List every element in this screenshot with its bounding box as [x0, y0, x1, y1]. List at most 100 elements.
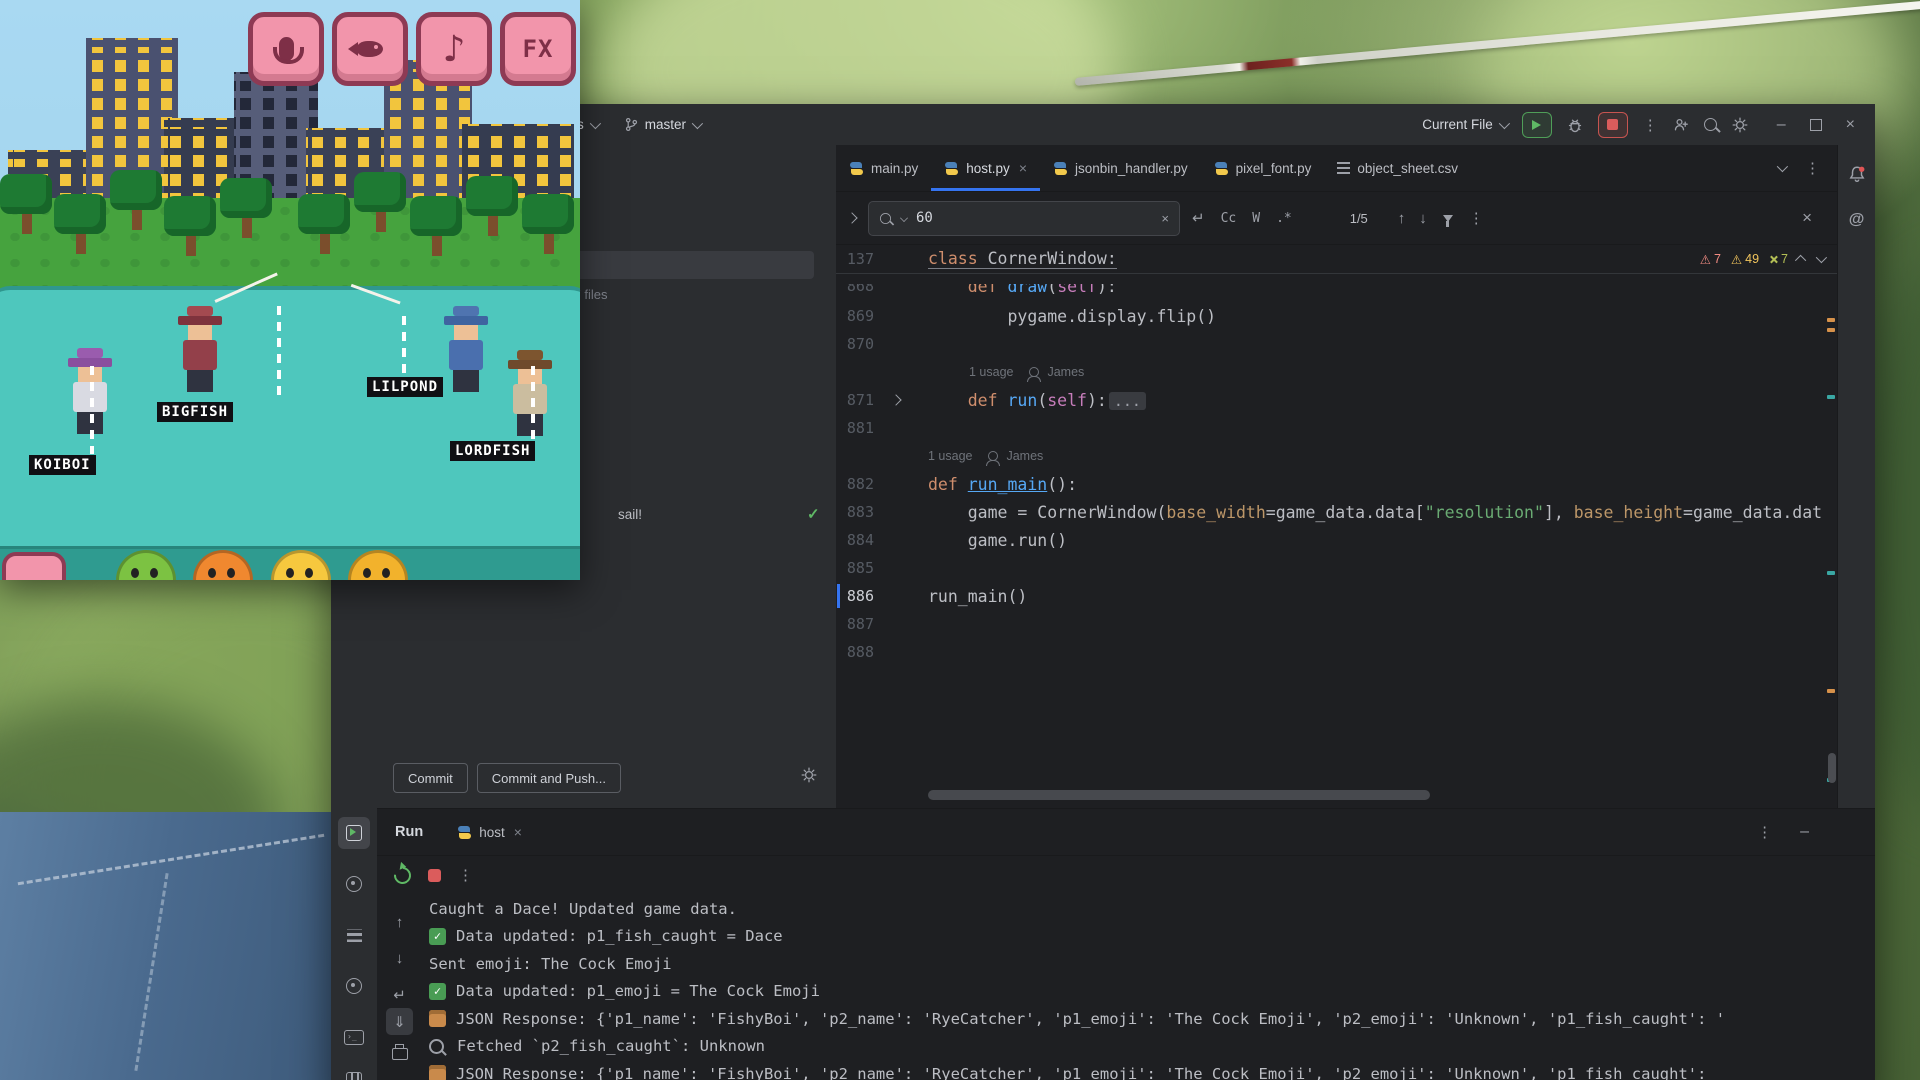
newline-icon[interactable]: ↵: [1192, 209, 1205, 227]
print-icon[interactable]: [386, 1038, 413, 1065]
search-history-chevron-icon[interactable]: [900, 214, 908, 222]
csv-file-icon: [1337, 162, 1350, 174]
line-number[interactable]: 883: [836, 503, 874, 521]
close-run-tab-icon[interactable]: ×: [514, 824, 522, 840]
tab-pixel-font-py[interactable]: pixel_font.py: [1201, 145, 1325, 191]
console-output[interactable]: Caught a Dace! Updated game data.✓Data u…: [429, 895, 1875, 1080]
line-number[interactable]: 870: [836, 335, 874, 353]
minimize-button[interactable]: –: [1777, 116, 1786, 134]
scroll-down-icon[interactable]: ↓: [386, 945, 413, 972]
ai-assistant-icon[interactable]: @: [1838, 211, 1875, 229]
packages-tool-window-button[interactable]: [338, 1064, 370, 1080]
soft-wrap-icon[interactable]: ↵: [386, 981, 413, 1008]
check-icon: ✓: [429, 983, 446, 1000]
rerun-button[interactable]: [391, 863, 415, 887]
next-problem-icon[interactable]: [1816, 252, 1827, 263]
regex-toggle[interactable]: .*: [1276, 211, 1292, 226]
line-number[interactable]: 869: [836, 307, 874, 325]
services-tool-window-button[interactable]: [338, 919, 370, 951]
line-number[interactable]: 885: [836, 559, 874, 577]
line-number[interactable]: 886: [836, 587, 874, 605]
expand-find-icon[interactable]: [846, 212, 857, 223]
stop-process-button[interactable]: [428, 869, 441, 882]
notifications-bell-icon[interactable]: [1838, 165, 1875, 183]
run-tab-host[interactable]: host×: [457, 824, 522, 840]
inspections-widget[interactable]: ⚠7 ⚠49 7: [1700, 252, 1824, 267]
run-toolbar-more-icon[interactable]: ⋮: [458, 866, 473, 884]
close-tab-icon[interactable]: ×: [1019, 160, 1027, 176]
services-icon: [347, 929, 362, 942]
search-icon: [880, 212, 891, 223]
horizontal-scrollbar[interactable]: [928, 790, 1430, 800]
fx-button[interactable]: FX: [500, 12, 576, 86]
filter-icon[interactable]: [1443, 215, 1453, 222]
terminal-tool-window-button[interactable]: ›_: [338, 1021, 370, 1053]
debug-button[interactable]: [1567, 117, 1583, 133]
find-options-icon[interactable]: ⋮: [1469, 209, 1484, 227]
tab-host-py[interactable]: host.py×: [931, 145, 1040, 191]
commit-button[interactable]: Commit: [393, 763, 468, 793]
code-editor[interactable]: 868 def draw(self):869 pygame.display.fl…: [836, 272, 1838, 808]
commit-tool-window-button[interactable]: [338, 868, 370, 900]
previous-match-icon[interactable]: ↑: [1398, 210, 1406, 227]
find-input[interactable]: 60 ×: [868, 201, 1180, 236]
commit-options-gear-icon[interactable]: [801, 767, 817, 783]
error-stripe[interactable]: [1824, 272, 1838, 808]
stop-button[interactable]: [1598, 112, 1628, 138]
run-tool-window-button[interactable]: [338, 817, 370, 849]
scroll-up-icon[interactable]: ↑: [386, 909, 413, 936]
code-with-me-icon[interactable]: [1673, 117, 1689, 133]
more-actions-icon[interactable]: ⋮: [1643, 116, 1658, 134]
tab-object-sheet-csv[interactable]: object_sheet.csv: [1324, 145, 1471, 191]
run-button[interactable]: [1522, 112, 1552, 138]
console-line: Caught a Dace! Updated game data.: [429, 895, 1875, 923]
package-icon: [429, 1065, 446, 1080]
music-button[interactable]: ♪: [416, 12, 492, 86]
tab-options-icon[interactable]: ⋮: [1805, 159, 1820, 177]
sticky-line[interactable]: 137 class CornerWindow: ⚠7 ⚠49 7: [836, 245, 1838, 274]
words-toggle[interactable]: W: [1252, 211, 1260, 226]
scroll-to-end-icon[interactable]: ⇓: [386, 1008, 413, 1035]
run-panel-options-icon[interactable]: ⋮: [1757, 823, 1772, 841]
commit-and-push-button[interactable]: Commit and Push...: [477, 763, 621, 793]
line-number[interactable]: 888: [836, 643, 874, 661]
vertical-scrollbar[interactable]: [1828, 753, 1836, 783]
match-case-toggle[interactable]: Cc: [1221, 211, 1237, 226]
search-everywhere-icon[interactable]: [1704, 118, 1717, 131]
commit-message-text: sail!: [618, 507, 642, 522]
line-number[interactable]: 882: [836, 475, 874, 493]
voice-button[interactable]: [248, 12, 324, 86]
packages-icon: [346, 1072, 362, 1080]
maximize-button[interactable]: [1810, 119, 1822, 131]
emoji-picker-button[interactable]: [2, 552, 66, 580]
line-number[interactable]: 887: [836, 615, 874, 633]
game-window: ♪ FX BIGFISH LILPOND KOIBOI LORDFISH: [0, 0, 580, 580]
python-file-icon: [944, 161, 959, 176]
close-button[interactable]: ×: [1846, 116, 1855, 134]
line-number[interactable]: 868: [836, 284, 874, 295]
run-config-selector[interactable]: Current File: [1422, 117, 1507, 132]
error-count: ⚠7: [1700, 252, 1721, 267]
tab-jsonbin-handler-py[interactable]: jsonbin_handler.py: [1040, 145, 1201, 191]
line-number[interactable]: 881: [836, 419, 874, 437]
hide-run-panel-icon[interactable]: –: [1800, 823, 1809, 841]
prev-problem-icon[interactable]: [1795, 255, 1806, 266]
tab-main-py[interactable]: main.py: [836, 145, 931, 191]
find-query-text: 60: [916, 210, 1153, 226]
settings-icon[interactable]: [1732, 117, 1748, 133]
next-match-icon[interactable]: ↓: [1419, 210, 1427, 227]
spellcheck-ok-icon: ✓: [807, 505, 820, 523]
line-number[interactable]: 884: [836, 531, 874, 549]
run-toolbar: ⋮: [377, 856, 1875, 894]
package-icon: [429, 1010, 446, 1027]
line-number[interactable]: 871: [836, 391, 874, 409]
sticky-line-number: 137: [836, 250, 874, 268]
branch-widget[interactable]: master: [624, 117, 700, 132]
close-find-icon[interactable]: ×: [1802, 208, 1838, 228]
fish-button[interactable]: [332, 12, 408, 86]
python-file-icon: [1214, 161, 1229, 176]
clear-find-icon[interactable]: ×: [1161, 211, 1169, 226]
problems-tool-window-button[interactable]: [338, 970, 370, 1002]
project-widget[interactable]: s: [577, 117, 598, 132]
tab-list-chevron-icon[interactable]: [1777, 161, 1788, 172]
